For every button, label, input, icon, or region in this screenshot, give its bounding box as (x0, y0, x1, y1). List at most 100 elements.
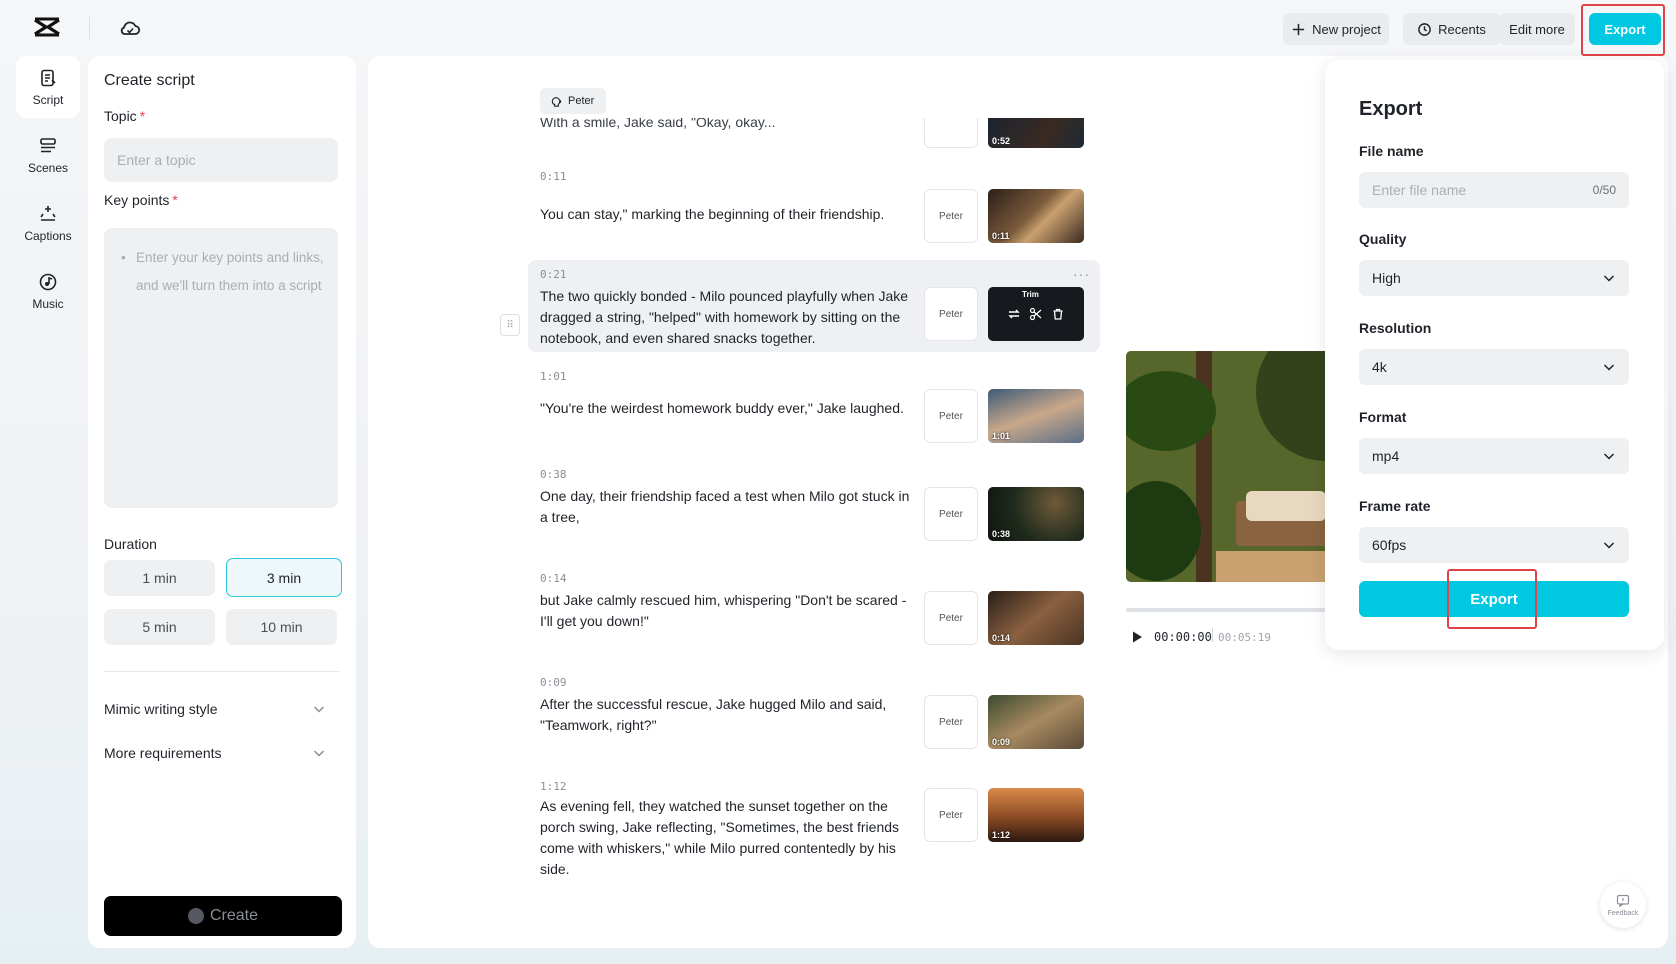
more-options-icon[interactable]: ··· (1073, 266, 1090, 282)
topbar-divider (89, 17, 90, 39)
mimic-writing-style-toggle[interactable]: Mimic writing style (104, 695, 326, 723)
scene-text[interactable]: One day, their friendship faced a test w… (540, 486, 916, 528)
quality-select[interactable]: High (1359, 260, 1629, 296)
duration-label: Duration (104, 536, 157, 552)
create-button[interactable]: Create (104, 896, 342, 936)
scene-text[interactable]: After the successful rescue, Jake hugged… (540, 694, 916, 736)
scene-thumbnail[interactable]: 0:11 (988, 189, 1084, 243)
scene-time: 0:14 (540, 572, 567, 585)
voice-button[interactable]: Peter (924, 788, 978, 842)
rail-label-music: Music (32, 297, 63, 311)
scene-row[interactable]: 0:14 but Jake calmly rescued him, whispe… (528, 564, 1100, 652)
capcut-logo[interactable] (32, 16, 62, 42)
key-points-input[interactable]: • Enter your key points and links, and w… (104, 228, 338, 508)
scene-thumbnail[interactable]: Trim (988, 287, 1084, 341)
voice-button[interactable]: Peter (924, 189, 978, 243)
duration-1min-button[interactable]: 1 min (104, 560, 215, 596)
duration-10min-button[interactable]: 10 min (226, 609, 337, 645)
key-points-placeholder: Enter your key points and links, and we'… (136, 250, 324, 293)
create-script-title: Create script (104, 72, 195, 90)
play-icon[interactable] (1130, 630, 1144, 644)
panel-divider (104, 671, 340, 672)
scene-row[interactable]: 0:38 One day, their friendship faced a t… (528, 460, 1100, 548)
topic-label-text: Topic (104, 108, 137, 124)
feedback-button[interactable]: Feedback (1600, 882, 1646, 928)
rail-item-script[interactable]: Script (16, 56, 80, 118)
format-select[interactable]: mp4 (1359, 438, 1629, 474)
rail-item-scenes[interactable]: Scenes (16, 124, 80, 186)
thumb-time: 0:14 (992, 633, 1010, 643)
edit-more-button[interactable]: Edit more (1499, 13, 1575, 45)
voice-button[interactable]: Peter (924, 695, 978, 749)
drag-handle[interactable]: ⠿ (500, 314, 520, 336)
rail-item-captions[interactable]: Captions (16, 192, 80, 254)
scene-text[interactable]: You can stay," marking the beginning of … (540, 204, 916, 225)
file-name-placeholder: Enter file name (1372, 182, 1466, 198)
quality-label: Quality (1359, 231, 1406, 247)
frame-rate-value: 60fps (1372, 537, 1406, 553)
export-confirm-button[interactable]: Export (1359, 581, 1629, 617)
more-requirements-toggle[interactable]: More requirements (104, 739, 326, 767)
duration-3min-button[interactable]: 3 min (226, 558, 342, 597)
voice-chip[interactable]: Peter (540, 88, 606, 114)
scene-thumbnail-partial[interactable]: 0:52 (988, 118, 1084, 148)
scene-row[interactable]: 1:01 "You're the weirdest homework buddy… (528, 362, 1100, 450)
export-top-button[interactable]: Export (1589, 13, 1661, 45)
scene-thumbnail[interactable]: 1:12 (988, 788, 1084, 842)
file-name-input[interactable]: Enter file name 0/50 (1359, 172, 1629, 208)
scenes-icon (38, 136, 58, 156)
scissors-icon[interactable] (1029, 307, 1043, 321)
new-project-label: New project (1312, 22, 1381, 37)
scene-time: 0:38 (540, 468, 567, 481)
recents-button[interactable]: Recents (1403, 13, 1500, 45)
delete-icon[interactable] (1051, 307, 1065, 321)
scene-row[interactable]: 1:12 As evening fell, they watched the s… (528, 772, 1100, 882)
file-name-count: 0/50 (1593, 183, 1616, 197)
chevron-down-icon (312, 746, 326, 760)
required-mark: * (172, 192, 177, 208)
rail-item-music[interactable]: Music (16, 260, 80, 322)
captions-icon (38, 204, 58, 224)
scene-text[interactable]: but Jake calmly rescued him, whispering … (540, 590, 916, 632)
rail-label-script: Script (33, 93, 64, 107)
topic-input[interactable]: Enter a topic (104, 138, 338, 182)
scene-text[interactable]: The two quickly bonded - Milo pounced pl… (540, 286, 916, 349)
scene-row[interactable]: 0:09 After the successful rescue, Jake h… (528, 668, 1100, 756)
loading-icon (188, 908, 204, 924)
voice-button[interactable]: Peter (924, 591, 978, 645)
scene-thumbnail[interactable]: 0:09 (988, 695, 1084, 749)
scene-text[interactable]: "You're the weirdest homework buddy ever… (540, 398, 916, 419)
voice-button[interactable]: Peter (924, 287, 978, 341)
music-icon (38, 272, 58, 292)
duration-5min-button[interactable]: 5 min (104, 609, 215, 645)
scene-thumbnail[interactable]: 1:01 (988, 389, 1084, 443)
resolution-select[interactable]: 4k (1359, 349, 1629, 385)
thumb-time: 1:01 (992, 431, 1010, 441)
scene-row[interactable]: 0:11 You can stay," marking the beginnin… (528, 164, 1100, 246)
frame-rate-select[interactable]: 60fps (1359, 527, 1629, 563)
replace-icon[interactable] (1007, 307, 1021, 321)
export-top-label: Export (1604, 22, 1645, 37)
cloud-icon[interactable] (118, 16, 142, 40)
key-points-label: Key points* (104, 192, 178, 208)
voice-button[interactable]: Peter (924, 389, 978, 443)
rail-label-scenes: Scenes (28, 161, 68, 175)
thumb-time: 0:52 (992, 136, 1010, 146)
recents-label: Recents (1438, 22, 1486, 37)
chevron-down-icon (312, 702, 326, 716)
voice-button[interactable]: Peter (924, 487, 978, 541)
new-project-button[interactable]: New project (1283, 13, 1389, 45)
chevron-down-icon (1602, 538, 1616, 552)
resolution-label: Resolution (1359, 320, 1431, 336)
scene-thumbnail[interactable]: 0:38 (988, 487, 1084, 541)
edit-more-label: Edit more (1509, 22, 1565, 37)
format-value: mp4 (1372, 448, 1399, 464)
scene-text-partial: With a smile, Jake said, "Okay, okay... (540, 118, 776, 130)
create-script-panel: Create script Topic * Enter a topic Key p… (88, 56, 356, 948)
voice-box-partial[interactable] (924, 118, 978, 148)
frame-rate-label: Frame rate (1359, 498, 1431, 514)
scene-text[interactable]: As evening fell, they watched the sunset… (540, 796, 916, 880)
scene-row-active[interactable]: 0:21 ··· The two quickly bonded - Milo p… (528, 260, 1100, 352)
scene-thumbnail[interactable]: 0:14 (988, 591, 1084, 645)
file-name-label: File name (1359, 143, 1424, 159)
